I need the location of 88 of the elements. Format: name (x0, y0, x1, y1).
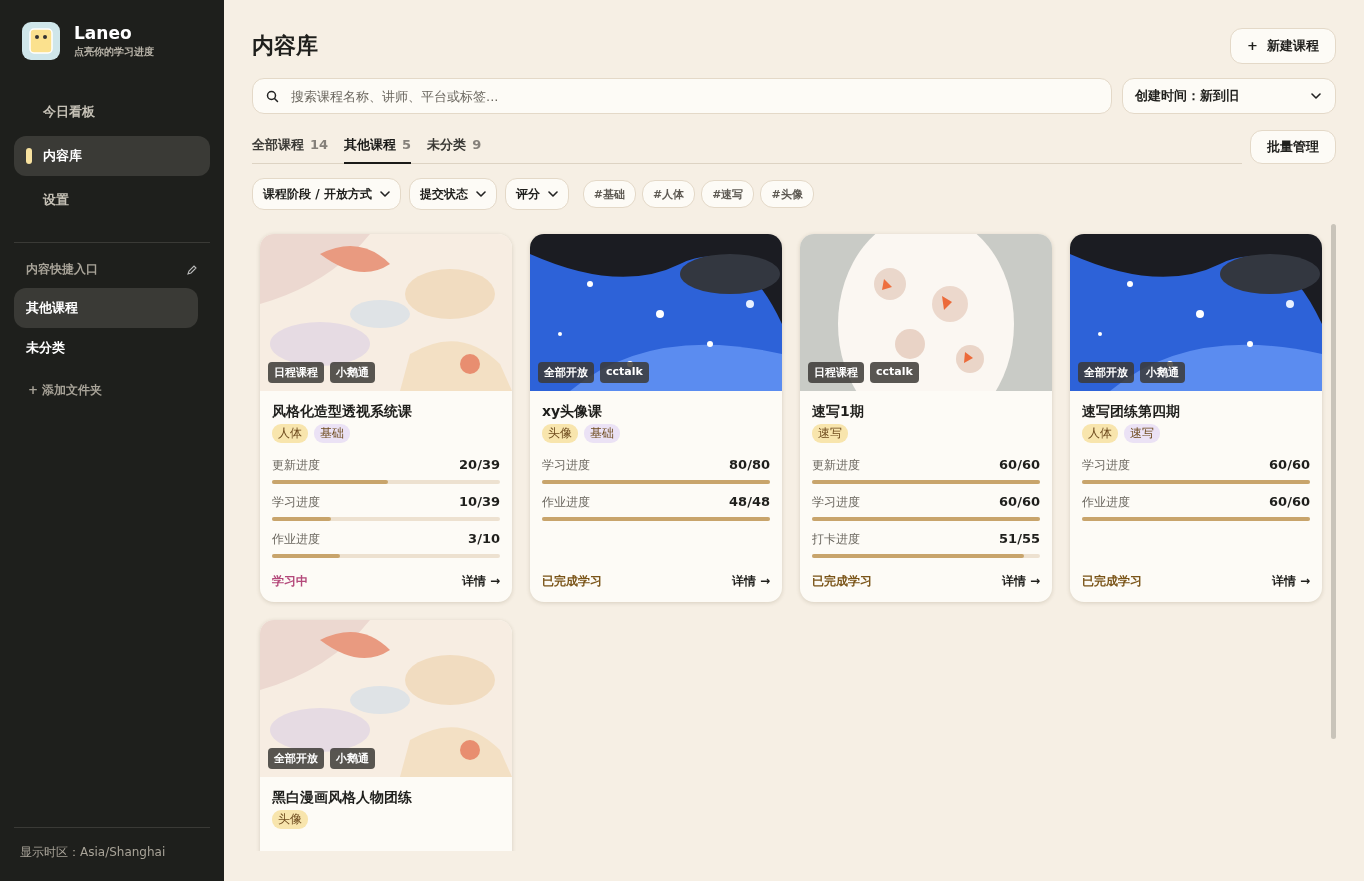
progress-label: 学习进度 (272, 494, 320, 511)
page-title: 内容库 (252, 32, 318, 60)
progress-value: 20/39 (459, 457, 500, 472)
course-badge: 全部开放 (268, 748, 324, 769)
course-card[interactable]: 全部开放 小鹅通 黑白漫画风格人物团练 头像 (260, 620, 512, 851)
details-link[interactable]: 详情 → (461, 573, 500, 590)
chevron-down-icon (475, 191, 486, 197)
course-card[interactable]: 日程课程 cctalk 速写1期 速写 更新进度 60/60 学习进度 60/60 打卡进度 51/55 已完成学习 详情 → (800, 234, 1052, 602)
progress-label: 作业进度 (542, 494, 590, 511)
app-tagline: 点亮你的学习进度 (74, 45, 154, 59)
progress-label: 作业进度 (272, 531, 320, 548)
tag-filter-chip[interactable]: #头像 (760, 180, 814, 208)
chevron-down-icon (1311, 93, 1321, 99)
app-name: Laneo (74, 23, 133, 43)
progress-label: 更新进度 (812, 457, 860, 474)
course-title: 速写团练第四期 (1082, 403, 1181, 421)
shortcut-item[interactable]: 其他课程 (14, 288, 198, 328)
search-field[interactable]: 搜索课程名称、讲师、平台或标签... (252, 78, 1112, 114)
status-label: 已完成学习 (812, 573, 872, 590)
course-tag: 基础 (314, 424, 350, 443)
status-label: 已完成学习 (1082, 573, 1142, 590)
progress-value: 3/10 (468, 531, 500, 546)
progress-value: 80/80 (729, 457, 770, 472)
course-tag: 人体 (1082, 424, 1118, 443)
chevron-down-icon (379, 191, 390, 197)
course-badge: 全部开放 (538, 362, 594, 383)
course-title: 黑白漫画风格人物团练 (272, 789, 413, 807)
course-tag: 速写 (812, 424, 848, 443)
timezone-label: 显示时区：Asia/Shanghai (20, 845, 166, 859)
new-course-button[interactable]: + 新建课程 (1230, 28, 1336, 64)
add-folder-link[interactable]: + 添加文件夹 (28, 383, 103, 397)
course-badge: 日程课程 (808, 362, 864, 383)
tab[interactable]: 其他课程 5 (344, 134, 412, 164)
course-card[interactable]: 日程课程 小鹅通 风格化造型透视系统课 人体 基础 更新进度 20/39 学习进度 10/39 作业进度 3/10 学习中 详情 → (260, 234, 512, 602)
course-tag: 速写 (1124, 424, 1160, 443)
course-title: xy头像课 (542, 403, 604, 421)
progress-value: 48/48 (729, 494, 770, 509)
progress-label: 学习进度 (542, 457, 590, 474)
course-tag: 人体 (272, 424, 308, 443)
status-label: 已完成学习 (542, 573, 602, 590)
course-badge: 小鹅通 (330, 362, 375, 383)
progress-value: 60/60 (999, 494, 1040, 509)
pencil-icon[interactable] (186, 263, 198, 276)
filter-dropdown[interactable]: 课程阶段 / 开放方式 (252, 178, 401, 210)
course-tag: 基础 (584, 424, 620, 443)
chevron-down-icon (547, 191, 558, 197)
filter-dropdown[interactable]: 评分 (504, 178, 569, 210)
scrollbar[interactable] (1331, 224, 1336, 739)
filter-dropdown[interactable]: 提交状态 (408, 178, 497, 210)
course-badge: 小鹅通 (1140, 362, 1185, 383)
progress-label: 更新进度 (272, 457, 320, 474)
progress-label: 作业进度 (1082, 494, 1130, 511)
nav-item[interactable]: 今日看板 (14, 92, 210, 132)
course-badge: 日程课程 (268, 362, 324, 383)
course-title: 速写1期 (812, 403, 865, 421)
status-label: 学习中 (272, 573, 308, 590)
progress-label: 打卡进度 (812, 531, 860, 548)
shortcut-item[interactable]: 未分类 (14, 328, 198, 368)
tag-filter-chip[interactable]: #基础 (582, 180, 636, 208)
course-badge: 小鹅通 (330, 748, 375, 769)
course-tag: 头像 (542, 424, 578, 443)
batch-manage-button[interactable]: 批量管理 (1250, 130, 1336, 164)
progress-label: 学习进度 (1082, 457, 1130, 474)
details-link[interactable]: 详情 → (1271, 573, 1310, 590)
app-logo-icon (22, 22, 60, 60)
progress-value: 60/60 (1269, 457, 1310, 472)
tab[interactable]: 全部课程 14 (252, 134, 329, 164)
course-card[interactable]: 全部开放 cctalk xy头像课 头像 基础 学习进度 80/80 作业进度 48/48 已完成学习 详情 → (530, 234, 782, 602)
progress-label: 学习进度 (812, 494, 860, 511)
tag-filter-chip[interactable]: #人体 (641, 180, 696, 208)
progress-value: 60/60 (1269, 494, 1310, 509)
course-badge: cctalk (870, 362, 919, 383)
nav-item[interactable]: 内容库 (14, 136, 210, 176)
course-badge: 全部开放 (1078, 362, 1134, 383)
section-title: 内容快捷入口 (26, 261, 98, 278)
details-link[interactable]: 详情 → (731, 573, 770, 590)
tag-filter-chip[interactable]: #速写 (701, 180, 755, 208)
tab[interactable]: 未分类 9 (427, 134, 482, 164)
sort-dropdown[interactable]: 创建时间：新到旧 (1122, 78, 1336, 114)
progress-value: 51/55 (999, 531, 1040, 546)
course-title: 风格化造型透视系统课 (272, 403, 413, 421)
nav-item[interactable]: 设置 (14, 180, 210, 220)
progress-value: 10/39 (459, 494, 500, 509)
progress-value: 60/60 (999, 457, 1040, 472)
course-tag: 头像 (272, 810, 308, 829)
details-link[interactable]: 详情 → (1001, 573, 1040, 590)
course-badge: cctalk (600, 362, 649, 383)
course-card[interactable]: 全部开放 小鹅通 速写团练第四期 人体 速写 学习进度 60/60 作业进度 60/60 已完成学习 详情 → (1070, 234, 1322, 602)
